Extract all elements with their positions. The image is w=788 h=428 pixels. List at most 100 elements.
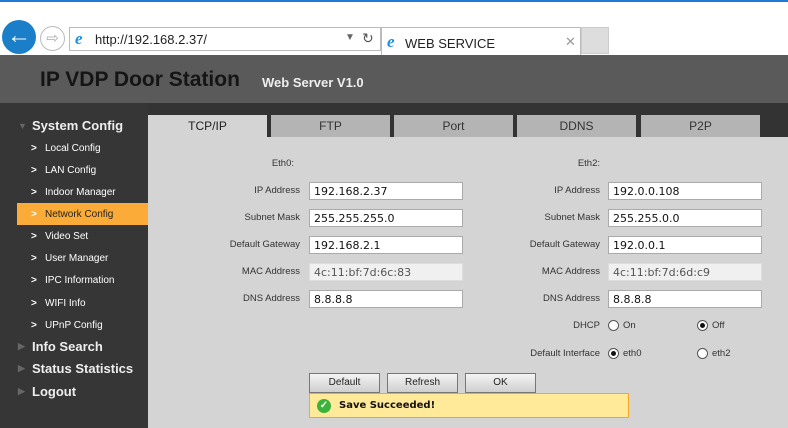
group-label: Logout: [32, 384, 77, 399]
sidebar-item-video-set[interactable]: > Video Set: [17, 225, 148, 247]
sidebar-item-wifi-info[interactable]: > WIFI Info: [17, 292, 148, 314]
chevron-right-icon: >: [31, 319, 37, 331]
eth2-mask-input[interactable]: 255.255.0.0: [608, 209, 762, 227]
caret-right-icon: ▶: [18, 341, 25, 351]
eth2-dns-label: DNS Address: [542, 293, 600, 304]
eth0-mask-label: Subnet Mask: [244, 212, 300, 223]
sidebar-item-network-config[interactable]: > Network Config: [17, 203, 148, 225]
ie-icon: e: [387, 32, 395, 51]
chevron-right-icon: >: [31, 142, 37, 154]
default-button[interactable]: Default: [309, 373, 380, 393]
url-text[interactable]: http://192.168.2.37/: [95, 32, 207, 47]
eth0-ip-label: IP Address: [254, 185, 300, 196]
close-icon[interactable]: ✕: [565, 34, 576, 50]
iface-eth0-radio[interactable]: eth0: [608, 348, 642, 359]
eth2-gateway-input[interactable]: 192.0.0.1: [608, 236, 762, 254]
eth0-gateway-input[interactable]: 192.168.2.1: [309, 236, 463, 254]
eth2-ip-label: IP Address: [554, 185, 600, 196]
item-label: User Manager: [45, 252, 109, 264]
sidebar-item-upnp-config[interactable]: > UPnP Config: [17, 314, 148, 336]
check-circle-icon: ✓: [317, 398, 331, 413]
ie-icon: e: [75, 29, 83, 48]
eth2-dns-input[interactable]: 8.8.8.8: [608, 290, 762, 308]
radio-label: eth2: [712, 348, 731, 359]
eth2-title: Eth2:: [577, 158, 600, 169]
sidebar-group-info-search[interactable]: ▶ Info Search: [18, 339, 103, 354]
refresh-button[interactable]: Refresh: [387, 373, 458, 393]
radio-label: eth0: [623, 348, 642, 359]
caret-right-icon: ▶: [18, 386, 25, 396]
eth0-mask-input[interactable]: 255.255.255.0: [309, 209, 463, 227]
sidebar-group-status-statistics[interactable]: ▶ Status Statistics: [18, 361, 133, 376]
sidebar-item-indoor-manager[interactable]: > Indoor Manager: [17, 181, 148, 203]
chevron-right-icon: >: [31, 274, 37, 286]
tab-title: WEB SERVICE: [405, 36, 496, 51]
chevron-right-icon: >: [31, 186, 37, 198]
item-label: WIFI Info: [45, 297, 86, 309]
eth2-mask-label: Subnet Mask: [544, 212, 600, 223]
chevron-right-icon: >: [31, 164, 37, 176]
address-bar[interactable]: e http://192.168.2.37/ ▼ ↻: [69, 27, 381, 51]
tab-ddns[interactable]: DDNS: [517, 115, 636, 137]
sidebar-item-ipc-information[interactable]: > IPC Information: [17, 269, 148, 291]
item-label: UPnP Config: [45, 319, 103, 331]
dhcp-label: DHCP: [573, 320, 600, 331]
item-label: Video Set: [45, 230, 89, 242]
caret-right-icon: ▶: [18, 363, 25, 373]
eth0-ip-input[interactable]: 192.168.2.37: [309, 182, 463, 200]
chevron-right-icon: >: [31, 230, 37, 242]
dhcp-off-radio[interactable]: Off: [697, 320, 725, 331]
forward-button[interactable]: ⇨: [40, 26, 65, 51]
sidebar-group-logout[interactable]: ▶ Logout: [18, 384, 76, 399]
eth2-mac-field: 4c:11:bf:7d:6d:c9: [608, 263, 762, 281]
eth2-ip-input[interactable]: 192.0.0.108: [608, 182, 762, 200]
tab-ftp[interactable]: FTP: [271, 115, 390, 137]
radio-circle: [608, 320, 619, 331]
item-label: Network Config: [45, 208, 114, 220]
caret-down-icon: ▼: [18, 120, 27, 131]
item-label: Local Config: [45, 142, 101, 154]
tab-p2p[interactable]: P2P: [641, 115, 760, 137]
radio-circle-selected: [697, 320, 708, 331]
dhcp-on-radio[interactable]: On: [608, 320, 636, 331]
default-interface-label: Default Interface: [530, 348, 600, 359]
sidebar-item-user-manager[interactable]: > User Manager: [17, 247, 148, 269]
message-text: Save Succeeded!: [339, 400, 436, 411]
chevron-right-icon: >: [31, 208, 37, 220]
group-label: System Config: [32, 118, 124, 133]
item-label: IPC Information: [45, 274, 115, 286]
eth0-gateway-label: Default Gateway: [229, 239, 300, 250]
sidebar-item-lan-config[interactable]: > LAN Config: [17, 159, 148, 181]
eth0-title: Eth0:: [271, 158, 294, 169]
eth0-mac-label: MAC Address: [241, 266, 300, 277]
new-tab-button[interactable]: [581, 27, 609, 54]
eth0-dns-label: DNS Address: [242, 293, 300, 304]
eth0-dns-input[interactable]: 8.8.8.8: [309, 290, 463, 308]
eth2-gateway-label: Default Gateway: [529, 239, 600, 250]
sidebar-group-system-config[interactable]: ▼ System Config: [18, 118, 123, 133]
tab-port[interactable]: Port: [394, 115, 513, 137]
refresh-icon[interactable]: ↻: [362, 30, 374, 47]
iface-eth2-radio[interactable]: eth2: [697, 348, 731, 359]
radio-circle: [697, 348, 708, 359]
item-label: Indoor Manager: [45, 186, 116, 198]
app-title: IP VDP Door Station: [40, 68, 240, 91]
eth2-mac-label: MAC Address: [541, 266, 600, 277]
sidebar-item-local-config[interactable]: > Local Config: [17, 137, 148, 159]
version-label: Web Server V1.0: [262, 75, 364, 90]
dropdown-icon[interactable]: ▼: [345, 32, 355, 43]
item-label: LAN Config: [45, 164, 97, 176]
group-label: Info Search: [32, 339, 103, 354]
group-label: Status Statistics: [32, 361, 134, 376]
save-status-message: ✓ Save Succeeded!: [309, 393, 629, 418]
ok-button[interactable]: OK: [465, 373, 536, 393]
radio-label: Off: [712, 320, 725, 331]
browser-tab[interactable]: e WEB SERVICE ✕: [381, 27, 581, 55]
radio-circle-selected: [608, 348, 619, 359]
eth0-mac-field: 4c:11:bf:7d:6c:83: [309, 263, 463, 281]
radio-label: On: [623, 320, 636, 331]
tab-tcpip[interactable]: TCP/IP: [148, 115, 267, 137]
sidebar: ▼ System Config > Local Config > LAN Config…: [0, 103, 148, 428]
back-button[interactable]: ←: [2, 20, 36, 54]
chevron-right-icon: >: [31, 297, 37, 309]
